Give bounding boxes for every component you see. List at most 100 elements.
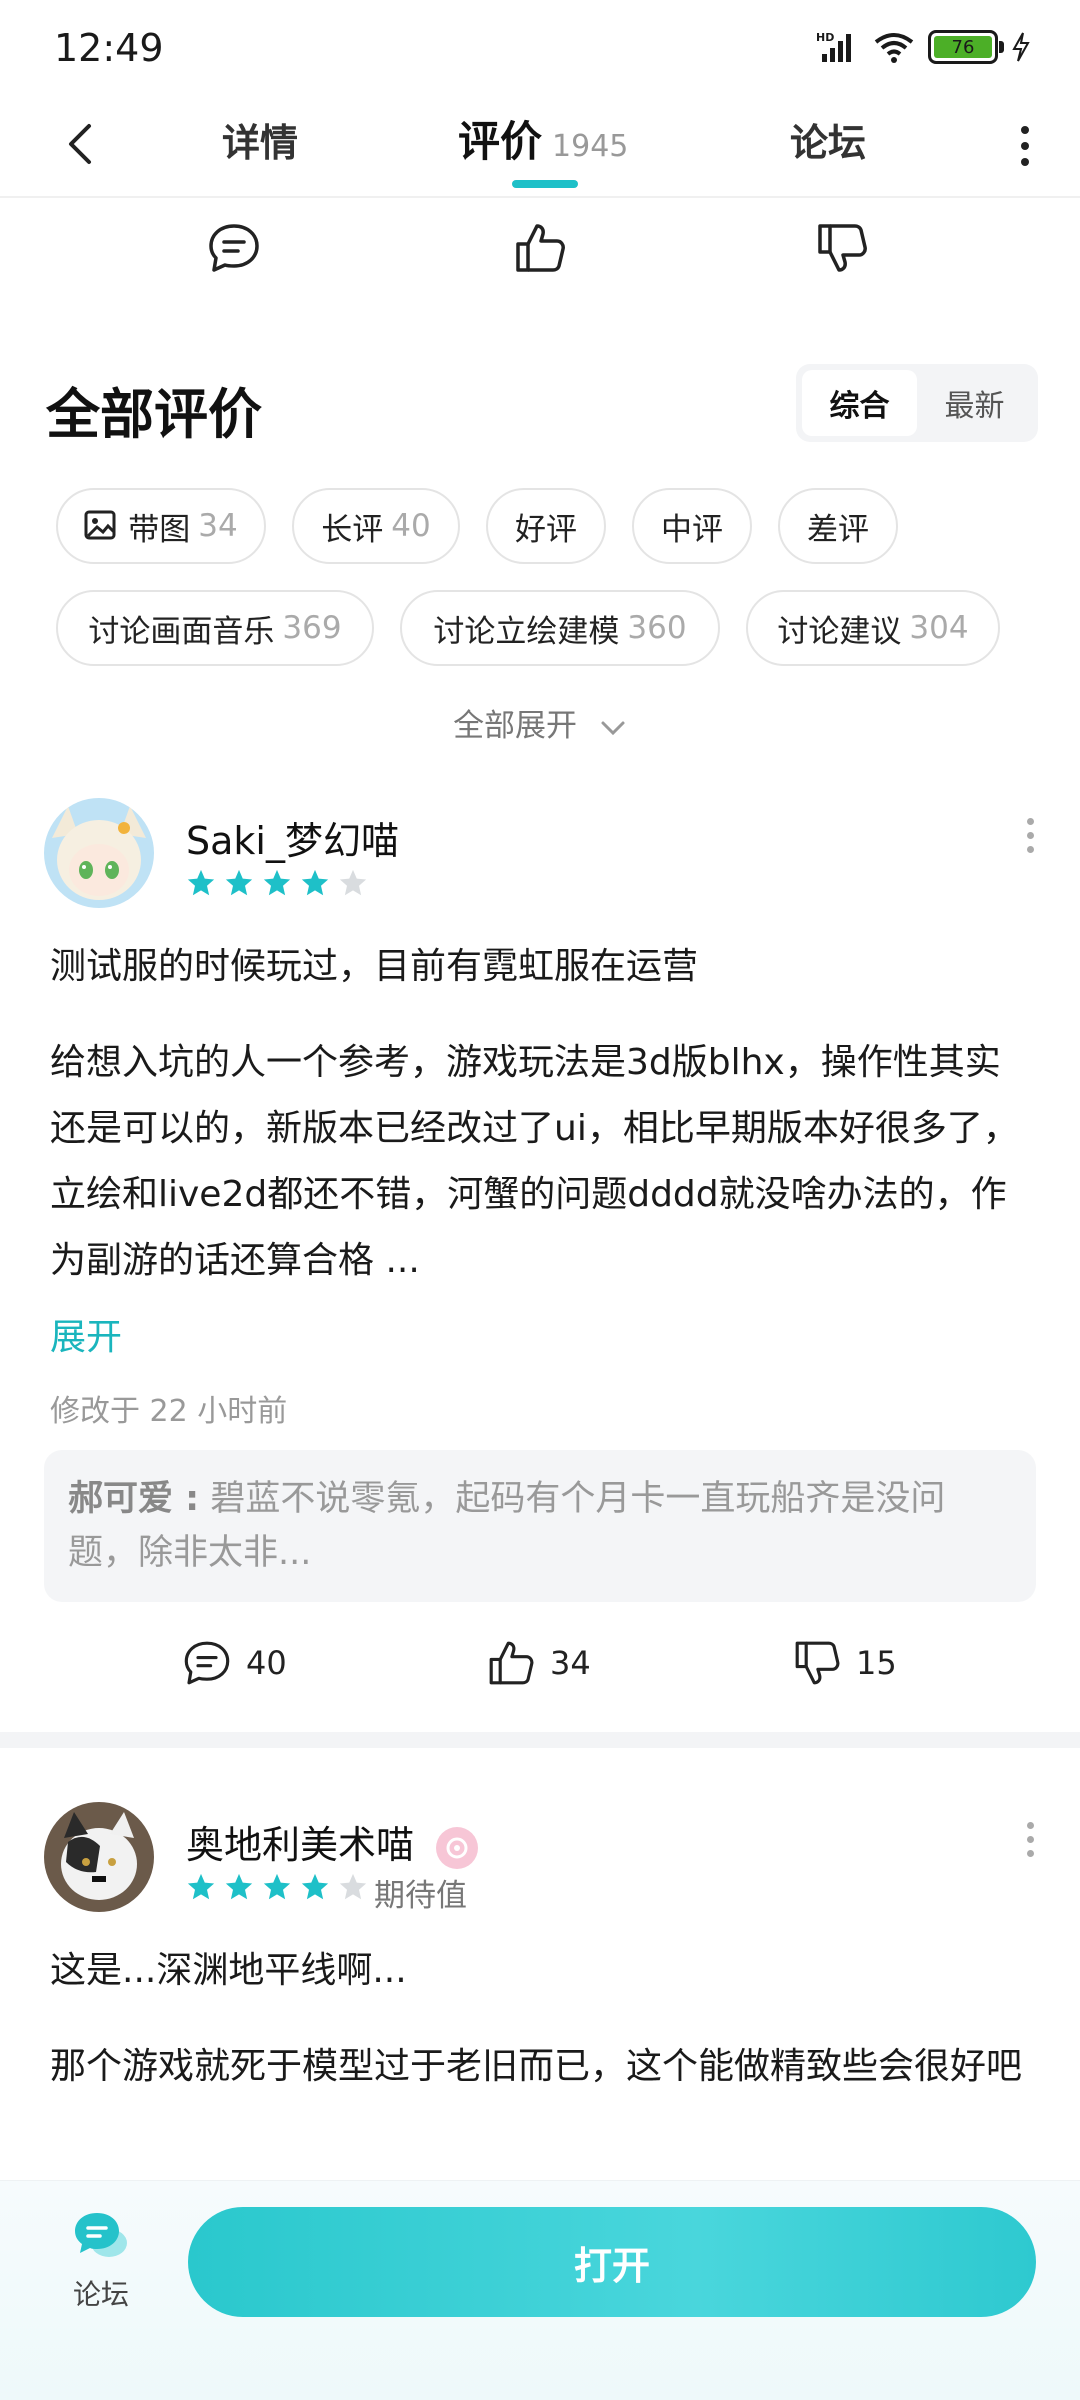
filter-count: 304 — [909, 610, 969, 646]
avatar[interactable] — [44, 1802, 154, 1912]
image-icon — [84, 510, 116, 540]
like-count: 34 — [550, 1644, 591, 1682]
filter-count: 40 — [391, 508, 431, 544]
tab-reviews-count: 1945 — [552, 129, 629, 164]
filter-label: 好评 — [515, 511, 577, 548]
wifi-icon — [874, 33, 914, 63]
expand-all-button[interactable]: 全部展开 — [0, 700, 1080, 745]
filter-count: 369 — [282, 610, 342, 646]
svg-text:HD: HD — [816, 31, 834, 44]
star-filled-icon — [225, 869, 253, 896]
sort-toggle: 综合 最新 — [796, 364, 1038, 442]
filter-label: 讨论立绘建模 — [433, 613, 620, 650]
battery-level: 76 — [934, 36, 992, 58]
filter-chip-graphics-music[interactable]: 讨论画面音乐 369 — [56, 590, 374, 666]
comment-icon[interactable] — [204, 218, 264, 278]
back-button[interactable] — [50, 114, 110, 174]
open-game-button[interactable]: 打开 — [188, 2207, 1036, 2317]
review-headline: 测试服的时候玩过，目前有霓虹服在运营 — [50, 946, 699, 987]
filter-label: 中评 — [661, 511, 723, 548]
thumbs-down-icon — [795, 1641, 840, 1685]
chevron-down-icon — [601, 721, 625, 735]
filter-label: 带图 — [128, 511, 191, 548]
section-divider — [0, 1732, 1080, 1748]
top-nav: 详情 评价 1945 论坛 — [0, 100, 1080, 198]
signal-icon: HD — [816, 31, 851, 62]
review-body: 给想入坑的人一个参考，游戏玩法是3d版blhx，操作性其实还是可以的，新版本已经… — [50, 1042, 1019, 1281]
battery-icon: 76 — [928, 30, 1004, 64]
review-card: 奥地利美术喵 期待值 这是...深渊地平线啊... 那个游戏就死于模型过于老旧而… — [0, 1800, 1080, 2180]
tab-reviews[interactable]: 评价 1945 — [458, 108, 628, 169]
sort-newest[interactable]: 最新 — [917, 370, 1032, 436]
filter-chip-positive[interactable]: 好评 — [486, 488, 606, 564]
forum-chat-icon — [75, 2213, 127, 2257]
thumbs-up-icon — [489, 1641, 534, 1685]
comment-count-button[interactable]: 40 — [180, 1636, 287, 1690]
filter-count: 34 — [198, 508, 238, 544]
expand-review-link[interactable]: 展开 — [50, 1308, 122, 1360]
star-empty-icon — [339, 1873, 367, 1900]
user-badge-icon — [436, 1826, 479, 1869]
sort-comprehensive[interactable]: 综合 — [802, 370, 917, 436]
section-title: 全部评价 — [46, 383, 262, 446]
filter-label: 讨论画面音乐 — [88, 613, 275, 650]
tab-forum-label: 论坛 — [790, 121, 867, 165]
reply-text: 碧蓝不说零氪，起码有个月卡一直玩船齐是没问题，除非太非... — [68, 1479, 946, 1573]
star-filled-icon — [263, 869, 291, 896]
forum-button[interactable]: 论坛 — [56, 2209, 146, 2313]
more-options-button[interactable] — [1000, 116, 1050, 176]
filter-chip-with-images[interactable]: 带图 34 — [56, 488, 266, 564]
tab-forum[interactable]: 论坛 — [790, 112, 866, 167]
review-headline: 这是...深渊地平线啊... — [50, 1950, 407, 1991]
back-arrow-icon — [69, 124, 91, 164]
reply-author: 郝可爱 : — [68, 1479, 200, 1519]
review-card: Saki_梦幻喵 测试服的时候玩过，目前有霓虹服在运营 给想入坑的人一个参考，游… — [0, 796, 1080, 1696]
tab-reviews-label: 评价 — [458, 117, 543, 166]
rating-stars — [186, 1872, 368, 1902]
filter-label: 长评 — [321, 511, 384, 548]
star-filled-icon — [187, 869, 215, 896]
review-body: 那个游戏就死于模型过于老旧而已，这个能做精致些会很好吧 — [50, 2046, 1023, 2087]
comment-count: 40 — [246, 1644, 287, 1682]
expectation-tag: 期待值 — [374, 1878, 467, 1914]
tab-details[interactable]: 详情 — [222, 112, 298, 167]
dislike-count: 15 — [856, 1644, 897, 1682]
active-tab-indicator — [512, 180, 578, 188]
status-icons: HD 76 — [816, 30, 1030, 64]
filter-chip-art-model[interactable]: 讨论立绘建模 360 — [400, 590, 720, 666]
rating-stars — [186, 868, 368, 898]
review-more-button[interactable] — [1020, 810, 1040, 860]
expand-all-label: 全部展开 — [453, 708, 578, 744]
status-time: 12:49 — [54, 26, 164, 70]
username-text: 奥地利美术喵 — [186, 1823, 415, 1867]
filter-count: 360 — [627, 610, 687, 646]
tab-details-label: 详情 — [222, 121, 299, 165]
star-empty-icon — [339, 869, 367, 896]
like-button[interactable]: 34 — [484, 1636, 591, 1690]
filter-label: 差评 — [807, 511, 869, 548]
filter-label: 讨论建议 — [777, 613, 902, 650]
modified-time: 修改于 22 小时前 — [50, 1394, 288, 1429]
dislike-button[interactable]: 15 — [790, 1636, 897, 1690]
star-filled-icon — [263, 1873, 291, 1900]
review-action-row — [0, 218, 1080, 288]
star-filled-icon — [225, 1873, 253, 1900]
charging-icon — [1012, 32, 1030, 62]
filter-chip-negative[interactable]: 差评 — [778, 488, 898, 564]
username[interactable]: Saki_梦幻喵 — [186, 810, 399, 865]
star-filled-icon — [301, 1873, 329, 1900]
thumbs-down-icon[interactable] — [812, 218, 872, 278]
username[interactable]: 奥地利美术喵 — [186, 1814, 479, 1869]
star-filled-icon — [301, 869, 329, 896]
filter-chip-suggestions[interactable]: 讨论建议 304 — [746, 590, 1000, 666]
reply-preview[interactable]: 郝可爱 : 碧蓝不说零氪，起码有个月卡一直玩船齐是没问题，除非太非... — [44, 1450, 1036, 1602]
status-bar: 12:49 HD 76 — [0, 0, 1080, 100]
bottom-bar: 论坛 打开 — [0, 2180, 1080, 2400]
filter-chip-neutral[interactable]: 中评 — [632, 488, 752, 564]
review-more-button[interactable] — [1020, 1814, 1040, 1864]
avatar[interactable] — [44, 798, 154, 908]
thumbs-up-icon[interactable] — [510, 218, 570, 278]
filter-chip-long-reviews[interactable]: 长评 40 — [292, 488, 460, 564]
comment-icon — [184, 1641, 230, 1685]
star-filled-icon — [187, 1873, 215, 1900]
